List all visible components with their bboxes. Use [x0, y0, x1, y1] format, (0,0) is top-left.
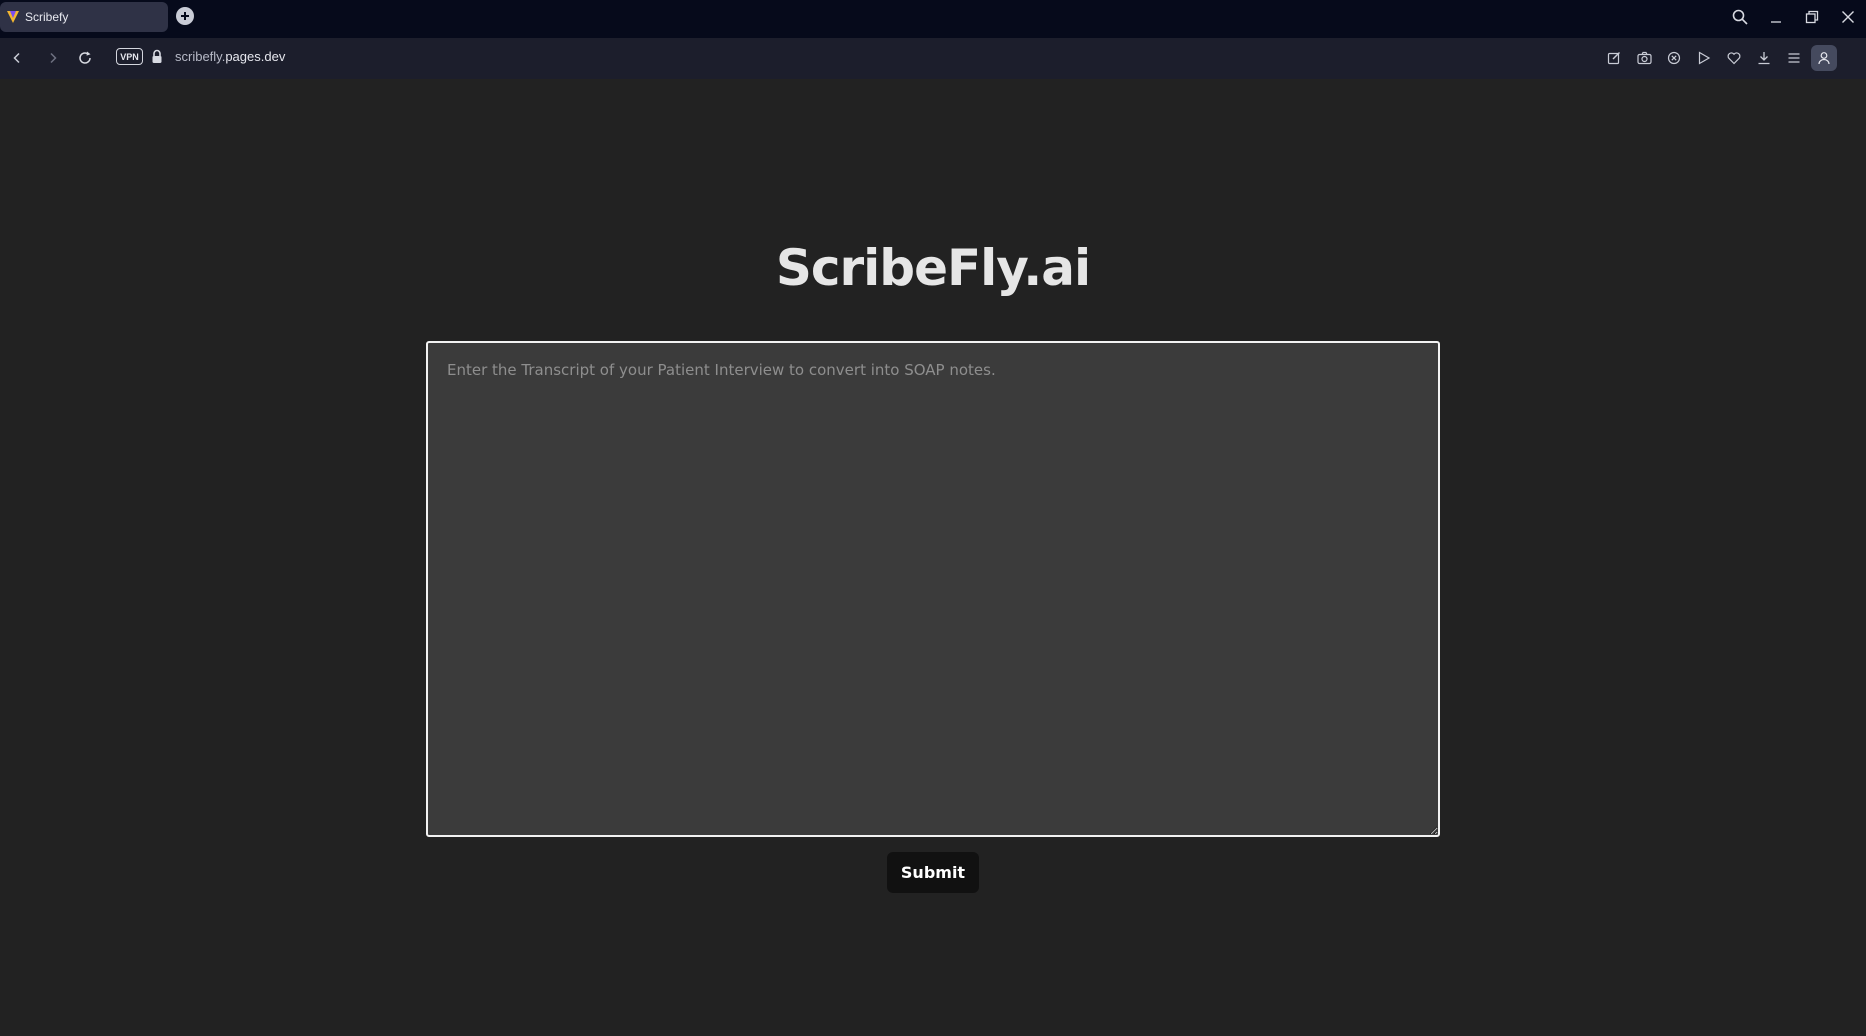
url-field[interactable]: scribefly.pages.dev — [175, 49, 285, 64]
search-icon[interactable] — [1729, 6, 1751, 28]
person-icon[interactable] — [1811, 45, 1837, 71]
address-bar: VPN scribefly.pages.dev — [0, 38, 1866, 110]
transcript-input[interactable] — [426, 341, 1440, 837]
restore-icon[interactable] — [1801, 6, 1823, 28]
url-subdomain: scribefly. — [175, 49, 226, 64]
edit-icon[interactable] — [1603, 47, 1625, 69]
vpn-badge[interactable]: VPN — [116, 48, 143, 65]
camera-icon[interactable] — [1633, 47, 1655, 69]
url-domain: pages.dev — [225, 49, 286, 64]
plus-icon[interactable] — [176, 7, 194, 25]
tab-title: Scribefy — [25, 10, 69, 24]
close-icon[interactable] — [1837, 6, 1859, 28]
page-title: ScribeFly.ai — [775, 239, 1091, 297]
lock-icon[interactable] — [151, 49, 163, 65]
minimize-icon[interactable] — [1765, 6, 1787, 28]
shield-x-icon[interactable] — [1663, 47, 1685, 69]
chevron-right-icon[interactable] — [42, 47, 64, 69]
submit-button[interactable]: Submit — [887, 852, 979, 893]
download-icon[interactable] — [1753, 47, 1775, 69]
reload-icon[interactable] — [74, 47, 96, 69]
scribefy-logo-icon — [6, 10, 20, 24]
send-icon[interactable] — [1693, 47, 1715, 69]
browser-tab-bar: Scribefy — [0, 0, 1866, 38]
tab-scribefy[interactable]: Scribefy — [0, 2, 168, 32]
heart-icon[interactable] — [1723, 47, 1745, 69]
chevron-left-icon[interactable] — [6, 47, 28, 69]
menu-icon[interactable] — [1783, 47, 1805, 69]
page-content: ScribeFly.ai Submit — [0, 79, 1866, 1036]
